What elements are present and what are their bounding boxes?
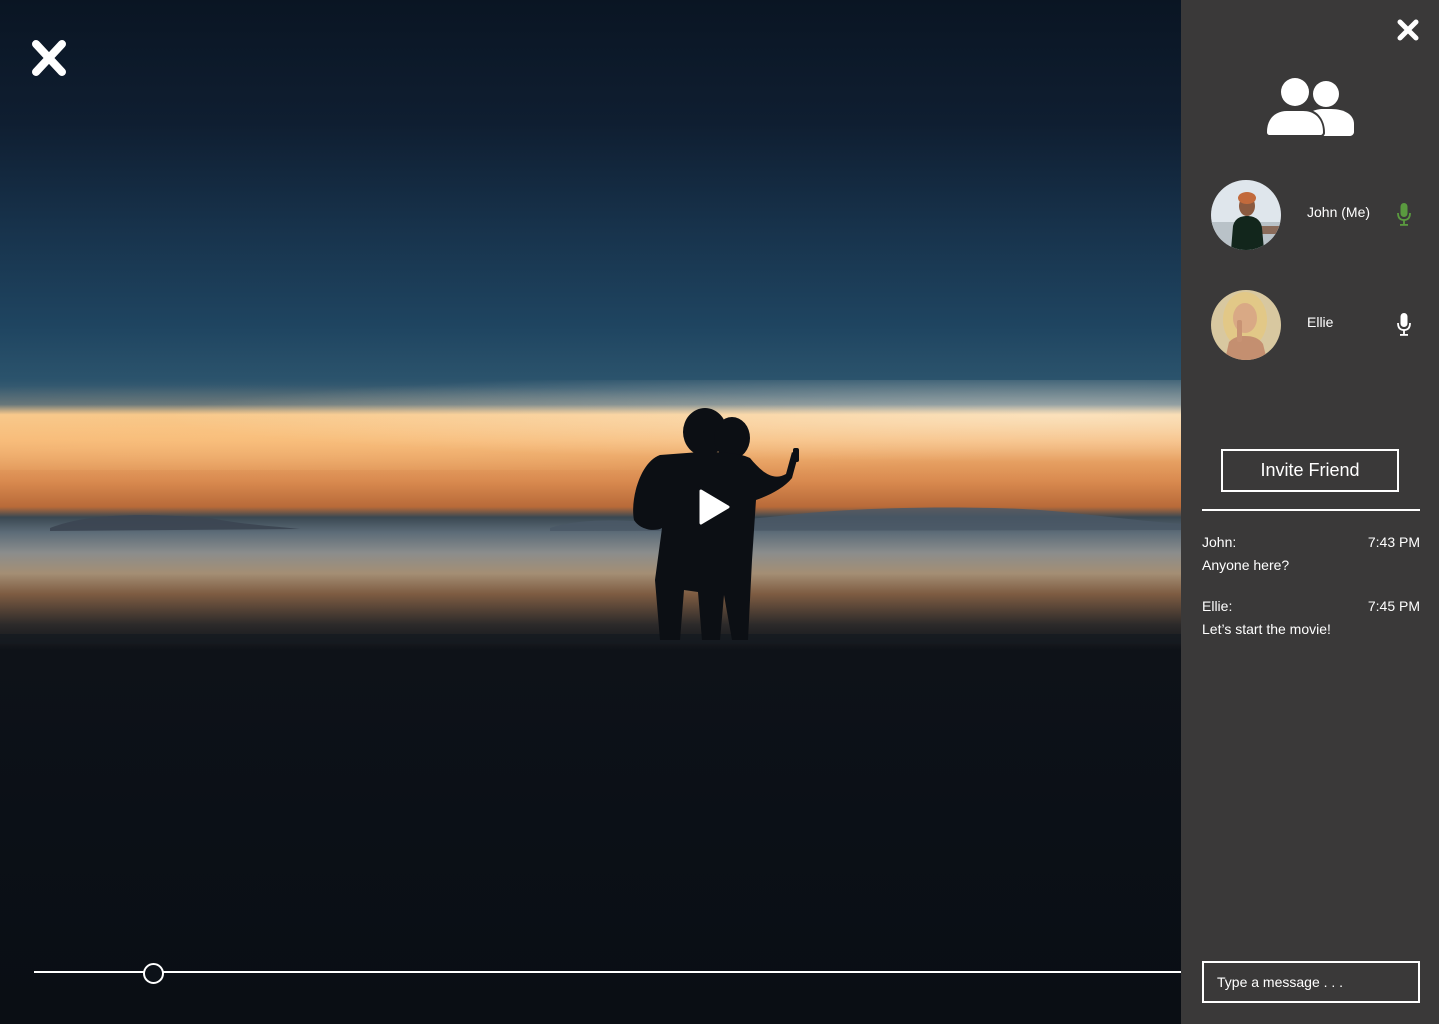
participant-name: Ellie: [1307, 314, 1334, 330]
video-frame: [0, 408, 1181, 644]
divider: [1202, 509, 1420, 511]
participant-ellie: Ellie: [1211, 290, 1426, 362]
watch-party-panel: John (Me) Ellie Invite Friend John: 7:43…: [1181, 0, 1439, 1024]
close-icon[interactable]: [1397, 19, 1419, 41]
participant-name: John (Me): [1307, 204, 1371, 220]
avatar: [1211, 290, 1281, 360]
message-text: Let’s start the movie!: [1202, 621, 1331, 637]
microphone-icon[interactable]: [1397, 313, 1411, 336]
avatar: [1211, 180, 1281, 250]
seek-thumb[interactable]: [142, 963, 164, 984]
play-icon[interactable]: [697, 488, 731, 526]
participant-john: John (Me): [1211, 180, 1426, 252]
message-time: 7:43 PM: [1367, 534, 1420, 550]
message-sender: Ellie:: [1202, 598, 1233, 614]
close-icon[interactable]: [30, 40, 68, 76]
message-time: 7:45 PM: [1367, 598, 1420, 614]
people-icon: [1265, 76, 1354, 136]
message-sender: John:: [1202, 534, 1237, 550]
invite-friend-button[interactable]: Invite Friend: [1221, 449, 1399, 492]
message-input[interactable]: [1202, 961, 1420, 1003]
video-player[interactable]: [0, 0, 1181, 1024]
seek-bar[interactable]: [34, 971, 1181, 973]
microphone-icon[interactable]: [1397, 203, 1411, 226]
message-text: Anyone here?: [1202, 557, 1290, 573]
